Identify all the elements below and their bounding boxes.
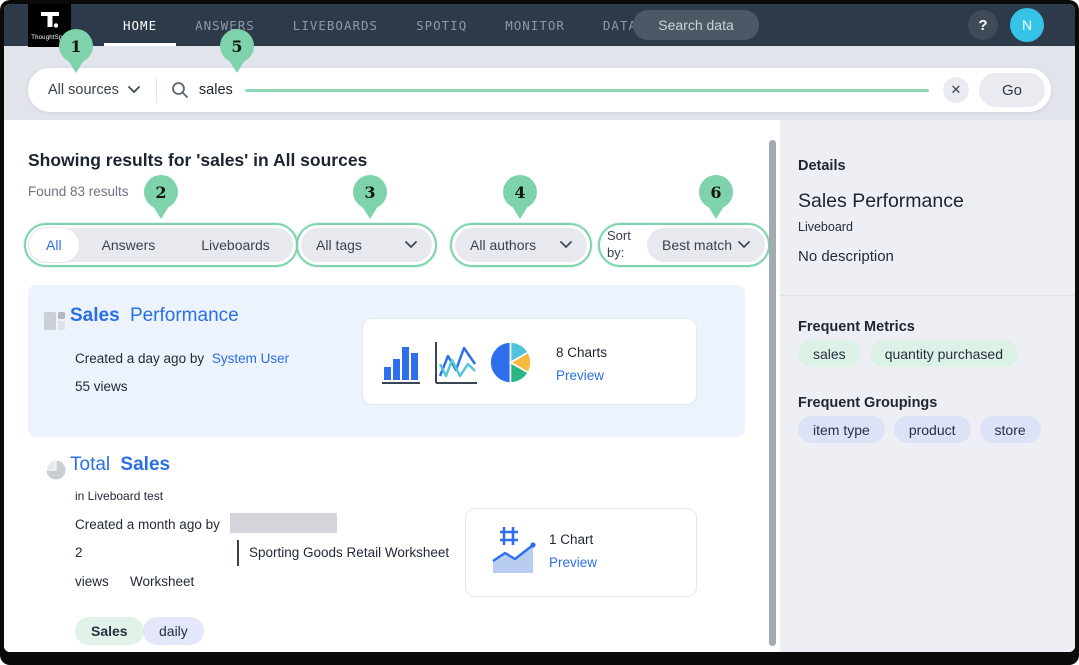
annotation-pin-3: 3 (353, 175, 387, 209)
frequent-groupings-heading: Frequent Groupings (798, 395, 937, 411)
top-nav: ThoughtSpot HOME ANSWERS LIVEBOARDS SPOT… (4, 4, 1075, 46)
created-prefix: Created a month ago by (75, 517, 220, 532)
chevron-down-icon (405, 241, 417, 249)
app-window: ThoughtSpot HOME ANSWERS LIVEBOARDS SPOT… (0, 0, 1079, 665)
result-title[interactable]: Total Sales (70, 454, 170, 476)
preview-link[interactable]: Preview (556, 368, 604, 383)
result-created-line: Created a day ago by System User (75, 351, 289, 366)
details-heading: Details (798, 158, 846, 174)
type-filter-ring: All Answers Liveboards (24, 223, 298, 267)
answer-icon (46, 460, 66, 480)
tags-filter-label: All tags (316, 237, 362, 253)
chevron-down-icon (738, 241, 750, 249)
nav-item-spotiq[interactable]: SPOTIQ (397, 4, 486, 46)
authors-filter-label: All authors (470, 237, 536, 253)
bar-chart-icon (380, 340, 424, 385)
search-divider (156, 77, 157, 103)
annotation-pin-4: 4 (503, 175, 537, 209)
views-number: 2 (75, 545, 83, 560)
result-tag[interactable]: Sales (75, 617, 144, 645)
source-selector-label: All sources (48, 82, 119, 98)
details-object-type: Liveboard (798, 220, 853, 234)
meta-divider (237, 540, 239, 566)
preview-link[interactable]: Preview (549, 555, 597, 570)
search-icon (171, 81, 189, 99)
frequent-metrics-heading: Frequent Metrics (798, 319, 915, 335)
app-content: ThoughtSpot HOME ANSWERS LIVEBOARDS SPOT… (4, 4, 1075, 652)
authors-filter-ring: All authors (450, 223, 592, 267)
annotation-pin-2: 2 (144, 175, 178, 209)
redacted-author (230, 513, 337, 533)
help-button[interactable]: ? (968, 10, 998, 40)
result-tag[interactable]: daily (143, 617, 204, 645)
created-prefix: Created a day ago by (75, 351, 204, 366)
nav-item-liveboards[interactable]: LIVEBOARDS (274, 4, 397, 46)
views-word: views (75, 574, 109, 589)
sort-value-label: Best match (662, 237, 732, 253)
result-card-total-sales[interactable]: Total Sales in Liveboard test Created a … (28, 450, 745, 602)
results-scrollbar[interactable] (769, 140, 776, 646)
tags-filter-ring: All tags (296, 223, 437, 267)
result-title-first: Total (70, 454, 110, 475)
sort-by-label: Sort by: (607, 228, 641, 262)
tab-answers[interactable]: Answers (79, 228, 179, 262)
grouping-pill[interactable]: store (980, 416, 1041, 443)
type-filter-tabs: All Answers Liveboards (29, 228, 293, 262)
user-avatar[interactable]: N (1010, 8, 1044, 42)
tags-filter-dropdown[interactable]: All tags (301, 228, 432, 262)
source-selector[interactable]: All sources (28, 82, 140, 98)
author-link[interactable]: System User (212, 351, 289, 366)
results-heading: Showing results for 'sales' in All sourc… (28, 150, 367, 171)
charts-preview-card[interactable]: 1 Chart Preview (465, 508, 697, 597)
result-title[interactable]: Sales Performance (70, 305, 239, 327)
chart-count: 8 Charts (556, 345, 607, 360)
nav-item-home[interactable]: HOME (104, 4, 176, 46)
result-context: in Liveboard test (75, 489, 163, 503)
results-count: Found 83 results (28, 184, 129, 199)
grouping-pill[interactable]: item type (798, 416, 885, 443)
tab-all[interactable]: All (29, 228, 79, 262)
annotation-pin-6: 6 (699, 175, 733, 209)
go-button[interactable]: Go (979, 73, 1045, 107)
line-chart-icon (433, 340, 479, 385)
nav-menu: HOME ANSWERS LIVEBOARDS SPOTIQ MONITOR D… (104, 4, 656, 46)
query-annotation-line (245, 89, 929, 92)
tab-liveboards[interactable]: Liveboards (178, 228, 293, 262)
search-query-input[interactable]: sales (199, 82, 233, 98)
liveboard-icon (44, 310, 66, 332)
pie-chart-icon (489, 341, 532, 384)
worksheet-name: Sporting Goods Retail Worksheet (249, 545, 449, 560)
result-title-match: Sales (70, 305, 120, 326)
result-card-sales-performance[interactable]: Sales Performance Created a day ago by S… (28, 285, 745, 437)
annotation-pin-5: 5 (220, 29, 254, 63)
result-views: 55 views (75, 379, 128, 394)
nav-item-monitor[interactable]: MONITOR (486, 4, 584, 46)
search-bar: All sources sales ✕ Go (28, 68, 1051, 112)
charts-preview-card[interactable]: 8 Charts Preview (362, 318, 697, 405)
sort-dropdown[interactable]: Best match (647, 228, 765, 262)
result-title-rest: Performance (130, 305, 239, 326)
details-panel: Details Sales Performance Liveboard No d… (780, 120, 1075, 652)
authors-filter-dropdown[interactable]: All authors (455, 228, 587, 262)
annotation-pin-1: 1 (59, 29, 93, 63)
panel-divider (780, 295, 1075, 296)
chart-count: 1 Chart (549, 532, 593, 547)
frequent-groupings-list: item type product store (798, 416, 1050, 443)
metric-pill[interactable]: sales (798, 340, 861, 367)
global-search-pill[interactable]: Search data (633, 10, 759, 40)
details-title: Sales Performance (798, 190, 964, 213)
sort-ring: Sort by: Best match (598, 223, 770, 267)
metric-pill[interactable]: quantity purchased (870, 340, 1018, 367)
chevron-down-icon (128, 86, 140, 94)
details-description: No description (798, 248, 894, 265)
thoughtspot-logo-icon (38, 11, 62, 33)
result-title-match: Sales (120, 454, 170, 475)
grouping-pill[interactable]: product (894, 416, 971, 443)
frequent-metrics-list: sales quantity purchased (798, 340, 1027, 367)
chevron-down-icon (560, 241, 572, 249)
clear-search-button[interactable]: ✕ (943, 77, 969, 103)
kpi-area-chart-icon (491, 525, 543, 577)
worksheet-type: Worksheet (130, 574, 194, 589)
